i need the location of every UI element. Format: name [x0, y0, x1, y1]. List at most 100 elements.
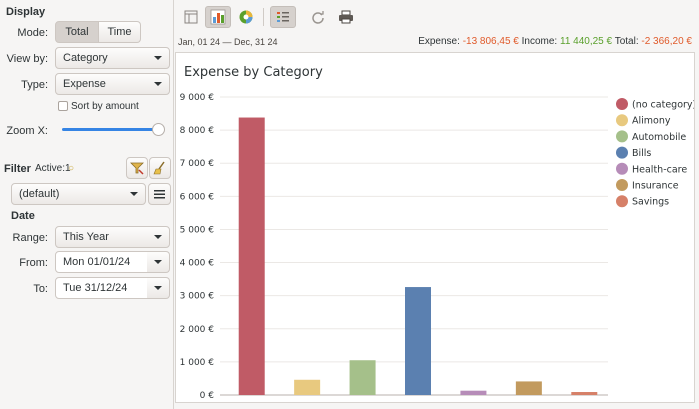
sort-checkbox[interactable]: [58, 101, 68, 111]
date-range-label: Jan, 01 24 — Dec, 31 24: [178, 37, 278, 47]
sidebar: Display Mode: Total Time View by: Catego…: [0, 0, 174, 409]
chevron-down-icon: [130, 192, 138, 196]
print-button[interactable]: [333, 6, 359, 28]
y-tick-label: 7 000 €: [180, 159, 215, 169]
type-combo[interactable]: Expense: [55, 73, 170, 95]
legend-label[interactable]: Bills: [632, 148, 651, 159]
legend-swatch: [616, 98, 628, 110]
from-date-value: Mon 01/01/24: [63, 256, 131, 268]
expense-label: Expense:: [418, 36, 460, 47]
to-date-value: Tue 31/12/24: [63, 282, 128, 294]
legend-label[interactable]: Alimony: [632, 116, 671, 127]
filter-clear-button[interactable]: [149, 157, 171, 179]
mode-total-button[interactable]: Total: [55, 21, 99, 43]
chevron-down-icon: [154, 235, 162, 239]
viewby-combo[interactable]: Category: [55, 47, 170, 69]
chart-legend: (no category) Alimony Automobile Bills Healt…: [616, 98, 696, 208]
y-tick-label: 6 000 €: [180, 192, 215, 202]
income-value: 11 440,25 €: [560, 36, 613, 47]
filter-preset-value: (default): [19, 188, 60, 200]
legend-label[interactable]: Health-care: [632, 164, 687, 175]
chart-title: Expense by Category: [184, 65, 323, 80]
legend-swatch: [616, 146, 628, 159]
legend-list-icon: [277, 12, 289, 22]
bar-health-care[interactable]: [460, 390, 487, 395]
y-tick-label: 1 000 €: [180, 358, 215, 368]
y-tick-label: 2 000 €: [180, 325, 215, 335]
bar-alimony[interactable]: [294, 379, 321, 395]
broom-icon: [153, 161, 165, 175]
refresh-button[interactable]: [305, 6, 331, 28]
from-label: From:: [19, 257, 48, 269]
total-value: -2 366,20 €: [641, 36, 692, 47]
chart-panel: Expense by Category 0 € 1 000 € 2 000 € 3 0…: [175, 52, 697, 403]
y-tick-label: 3 000 €: [180, 292, 215, 302]
bar-chart-button[interactable]: [205, 6, 231, 28]
funnel-icon: [130, 162, 144, 175]
bar-savings[interactable]: [571, 392, 598, 395]
expense-value: -13 806,45 €: [462, 36, 519, 47]
table-view-icon: [184, 10, 198, 24]
income-label: Income:: [521, 36, 558, 47]
filter-edit-button[interactable]: [126, 157, 148, 179]
lightbulb-icon: ○: [68, 163, 75, 174]
print-icon: [339, 10, 353, 24]
y-tick-label: 9 000 €: [180, 93, 215, 103]
type-label: Type:: [21, 79, 48, 91]
y-tick-label: 4 000 €: [180, 259, 215, 269]
toolbar-separator: [263, 8, 264, 26]
bar-no-category[interactable]: [238, 117, 265, 395]
legend-swatch: [616, 162, 628, 175]
y-tick-label: 8 000 €: [180, 126, 215, 136]
to-date-field[interactable]: Tue 31/12/24: [55, 277, 148, 299]
filter-menu-button[interactable]: [148, 183, 171, 205]
chevron-down-icon: [154, 82, 162, 86]
bar-chart-icon: [210, 9, 226, 25]
range-combo[interactable]: This Year: [55, 226, 170, 248]
refresh-icon: [312, 11, 324, 24]
legend-label[interactable]: Insurance: [632, 181, 679, 192]
legend-label[interactable]: Automobile: [632, 132, 686, 143]
bar-automobile[interactable]: [349, 360, 376, 395]
legend-swatch: [616, 130, 628, 143]
bar-bills[interactable]: [405, 287, 431, 395]
sort-label: Sort by amount: [71, 101, 139, 112]
bar-insurance[interactable]: [515, 381, 542, 395]
legend-toggle-button[interactable]: [270, 6, 296, 28]
legend-label[interactable]: Savings: [632, 197, 669, 208]
filter-section-title: Filter: [4, 163, 31, 175]
type-value: Expense: [63, 78, 106, 90]
zoom-slider-handle[interactable]: [152, 123, 165, 136]
y-tick-label: 0 €: [200, 391, 215, 401]
expense-bar-chart: Expense by Category 0 € 1 000 € 2 000 € 3 0…: [180, 65, 697, 401]
date-section-title: Date: [11, 210, 35, 222]
active-filter-count: Active:1: [35, 163, 71, 174]
filter-preset-combo[interactable]: (default): [11, 183, 146, 205]
total-label: Total:: [614, 36, 639, 47]
pie-chart-button[interactable]: [233, 6, 259, 28]
zoom-slider-track[interactable]: [62, 128, 160, 131]
from-date-dropdown-button[interactable]: [147, 251, 170, 273]
legend-swatch: [616, 195, 628, 208]
range-value: This Year: [63, 231, 109, 243]
viewby-label: View by:: [6, 53, 48, 65]
hamburger-menu-icon: [154, 190, 165, 199]
mode-time-button[interactable]: Time: [99, 21, 141, 43]
display-section-title: Display: [6, 6, 46, 18]
chart-bars: [238, 117, 598, 395]
chevron-down-icon: [154, 56, 162, 60]
summary-totals: Expense: -13 806,45 € Income: 11 440,25 …: [418, 36, 692, 47]
from-date-field[interactable]: Mon 01/01/24: [55, 251, 148, 273]
pie-chart-icon: [239, 10, 253, 24]
mode-label: Mode:: [17, 27, 48, 39]
mode-switch: Total Time: [55, 21, 141, 43]
table-view-button[interactable]: [178, 6, 204, 28]
y-tick-label: 5 000 €: [180, 225, 215, 235]
legend-label[interactable]: (no category): [632, 100, 696, 111]
to-date-dropdown-button[interactable]: [147, 277, 170, 299]
legend-swatch: [616, 179, 628, 191]
to-label: To:: [33, 283, 48, 295]
viewby-value: Category: [63, 52, 108, 64]
zoom-label: Zoom X:: [6, 125, 48, 137]
legend-swatch: [616, 114, 628, 127]
